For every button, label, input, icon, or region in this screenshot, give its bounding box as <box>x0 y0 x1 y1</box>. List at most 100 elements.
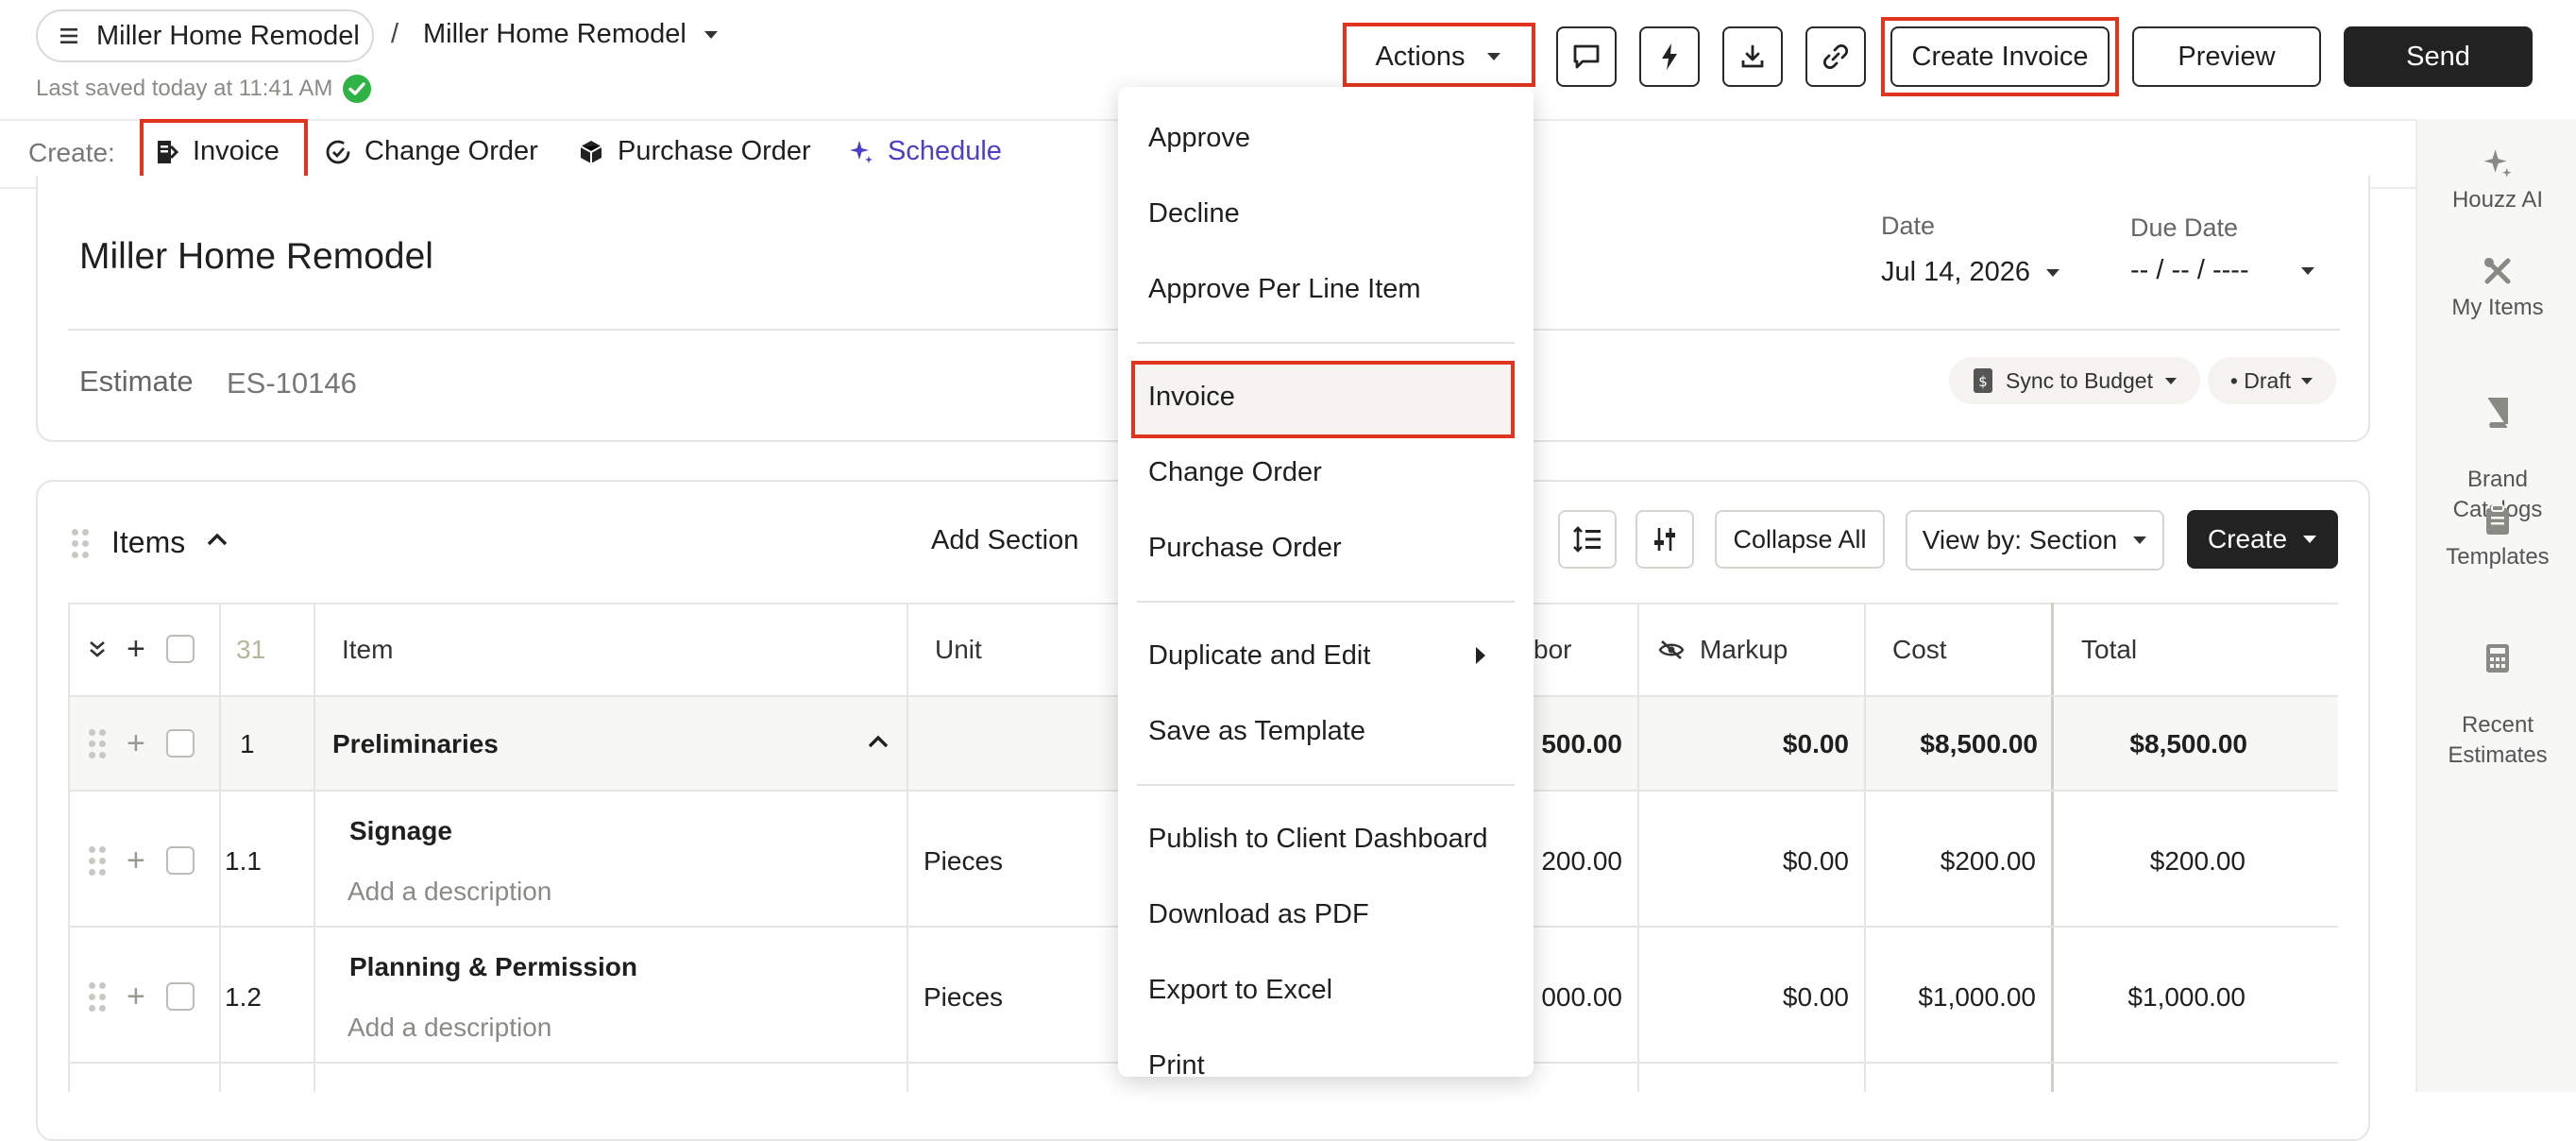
drag-handle-icon[interactable] <box>89 846 108 878</box>
sidebar-item-brand-catalogs[interactable]: Brand Catalogs <box>2417 366 2576 525</box>
markup-value: $0.00 <box>1782 729 1849 758</box>
select-all-checkbox[interactable] <box>166 635 195 663</box>
chevron-up-icon[interactable] <box>206 531 229 548</box>
sync-to-budget-button[interactable]: $ Sync to Budget <box>1949 357 2200 404</box>
add-row-icon[interactable]: + <box>127 633 145 665</box>
menu-item-save-as-template[interactable]: Save as Template <box>1148 716 1365 747</box>
menu-item-decline[interactable]: Decline <box>1148 198 1240 230</box>
item-name[interactable]: Planning & Permission <box>349 952 637 982</box>
sidebar-item-my-items[interactable]: My Items <box>2417 255 2576 323</box>
menu-item-print[interactable]: Print <box>1148 1050 1205 1077</box>
menu-item-download-as-pdf[interactable]: Download as PDF <box>1148 899 1369 930</box>
actions-button[interactable]: Actions <box>1348 28 1528 85</box>
menu-item-change-order[interactable]: Change Order <box>1148 457 1322 488</box>
estimate-label: Estimate <box>79 365 194 398</box>
preview-button[interactable]: Preview <box>2132 26 2321 87</box>
add-row-icon[interactable]: + <box>127 980 145 1013</box>
add-row-icon[interactable]: + <box>127 727 145 759</box>
create-schedule-label: Schedule <box>888 136 1002 166</box>
download-icon <box>1741 44 1764 68</box>
col-divider <box>1637 603 1639 1092</box>
calculator-icon <box>2486 644 2509 673</box>
column-settings-button[interactable] <box>1635 510 1694 569</box>
actions-menu: Approve Decline Approve Per Line Item In… <box>1118 87 1534 1077</box>
view-by-dropdown[interactable]: View by: Section <box>1906 510 2164 570</box>
item-description-input[interactable]: Add a description <box>347 877 551 907</box>
automation-button[interactable] <box>1639 26 1700 87</box>
column-header-labor[interactable]: bor <box>1534 635 1571 665</box>
column-header-total[interactable]: Total <box>2081 635 2137 665</box>
check-circle-icon <box>343 75 372 103</box>
col-divider <box>907 603 908 1092</box>
add-section-button[interactable]: Add Section <box>931 525 1078 556</box>
menu-divider <box>1137 342 1515 344</box>
menu-item-duplicate-and-edit[interactable]: Duplicate and Edit <box>1148 640 1370 672</box>
status-dropdown[interactable]: • Draft <box>2208 357 2336 404</box>
date-picker[interactable]: Jul 14, 2026 <box>1881 257 2060 288</box>
menu-item-invoice[interactable]: Invoice <box>1148 382 1235 413</box>
row-checkbox[interactable] <box>166 982 195 1011</box>
expand-all-icon[interactable] <box>87 639 108 659</box>
save-status: Last saved today at 11:41 AM <box>36 74 372 104</box>
menu-item-purchase-order[interactable]: Purchase Order <box>1148 533 1342 564</box>
sidebar-item-label: Templates <box>2446 544 2550 570</box>
menu-item-export-to-excel[interactable]: Export to Excel <box>1148 975 1332 1006</box>
chevron-up-icon[interactable] <box>867 733 890 750</box>
send-button[interactable]: Send <box>2344 26 2533 87</box>
sidebar-item-houzz-ai[interactable]: Houzz AI <box>2417 147 2576 215</box>
caret-down-icon <box>1486 53 1500 60</box>
markup-label: Markup <box>1700 635 1788 664</box>
create-dropdown-button[interactable]: Create <box>2187 510 2338 569</box>
estimate-number: ES-10146 <box>227 366 357 400</box>
eye-off-icon[interactable] <box>1658 639 1685 660</box>
column-header-item[interactable]: Item <box>342 635 393 665</box>
sparkle-icon <box>850 140 873 163</box>
copy-link-button[interactable] <box>1805 26 1866 87</box>
items-title: Items <box>111 525 186 559</box>
collapse-all-button[interactable]: Collapse All <box>1715 510 1885 569</box>
create-change-order-label: Change Order <box>364 136 538 166</box>
document-title-dropdown[interactable]: Miller Home Remodel <box>423 19 719 50</box>
menu-item-approve-per-line-item[interactable]: Approve Per Line Item <box>1148 274 1421 305</box>
line-spacing-button[interactable] <box>1558 510 1617 569</box>
menu-item-approve[interactable]: Approve <box>1148 123 1250 154</box>
create-invoice-button[interactable]: Create Invoice <box>1890 26 2110 87</box>
drag-handle-icon[interactable] <box>72 529 91 561</box>
drag-handle-icon[interactable] <box>89 729 108 761</box>
menu-divider <box>1137 601 1515 603</box>
row-checkbox[interactable] <box>166 729 195 758</box>
unit-value[interactable]: Pieces <box>924 846 1003 877</box>
row-number: 1.2 <box>225 982 262 1012</box>
create-purchase-order-link[interactable]: Purchase Order <box>578 136 811 167</box>
item-description-input[interactable]: Add a description <box>347 1013 551 1043</box>
sidebar-item-recent-estimates[interactable]: Recent Estimates <box>2417 612 2576 771</box>
column-header-markup[interactable]: Markup <box>1658 635 1788 665</box>
create-invoice-label: Create Invoice <box>1911 41 2089 72</box>
sidebar-item-templates[interactable]: Templates <box>2417 504 2576 572</box>
status-badge: • Draft <box>2229 367 2292 393</box>
row-checkbox[interactable] <box>166 846 195 875</box>
sync-label: Sync to Budget <box>2006 367 2153 393</box>
add-row-icon[interactable]: + <box>127 844 145 877</box>
comment-icon <box>1573 44 1600 69</box>
download-button[interactable] <box>1722 26 1783 87</box>
item-name[interactable]: Signage <box>349 816 452 846</box>
project-switcher[interactable]: Miller Home Remodel <box>36 9 374 62</box>
unit-value[interactable]: Pieces <box>924 982 1003 1013</box>
create-change-order-link[interactable]: Change Order <box>325 136 538 167</box>
create-invoice-label: Invoice <box>193 136 280 166</box>
section-name[interactable]: Preliminaries <box>332 729 499 759</box>
drag-handle-icon[interactable] <box>89 982 108 1014</box>
column-header-unit[interactable]: Unit <box>935 635 982 665</box>
create-schedule-link[interactable]: Schedule <box>848 136 1002 167</box>
due-date-picker[interactable]: -- / -- / ---- <box>2130 255 2315 286</box>
caret-down-icon <box>2133 536 2147 544</box>
create-invoice-link[interactable]: Invoice <box>155 136 280 167</box>
menu-item-publish-to-client-dashboard[interactable]: Publish to Client Dashboard <box>1148 824 1487 855</box>
date-label: Date <box>1881 212 1936 240</box>
column-header-cost[interactable]: Cost <box>1892 635 1947 665</box>
sidebar-item-label: Houzz AI <box>2451 187 2544 213</box>
due-date-value: -- / -- / ---- <box>2130 255 2249 285</box>
caret-down-icon <box>2303 536 2317 543</box>
comment-button[interactable] <box>1556 26 1617 87</box>
